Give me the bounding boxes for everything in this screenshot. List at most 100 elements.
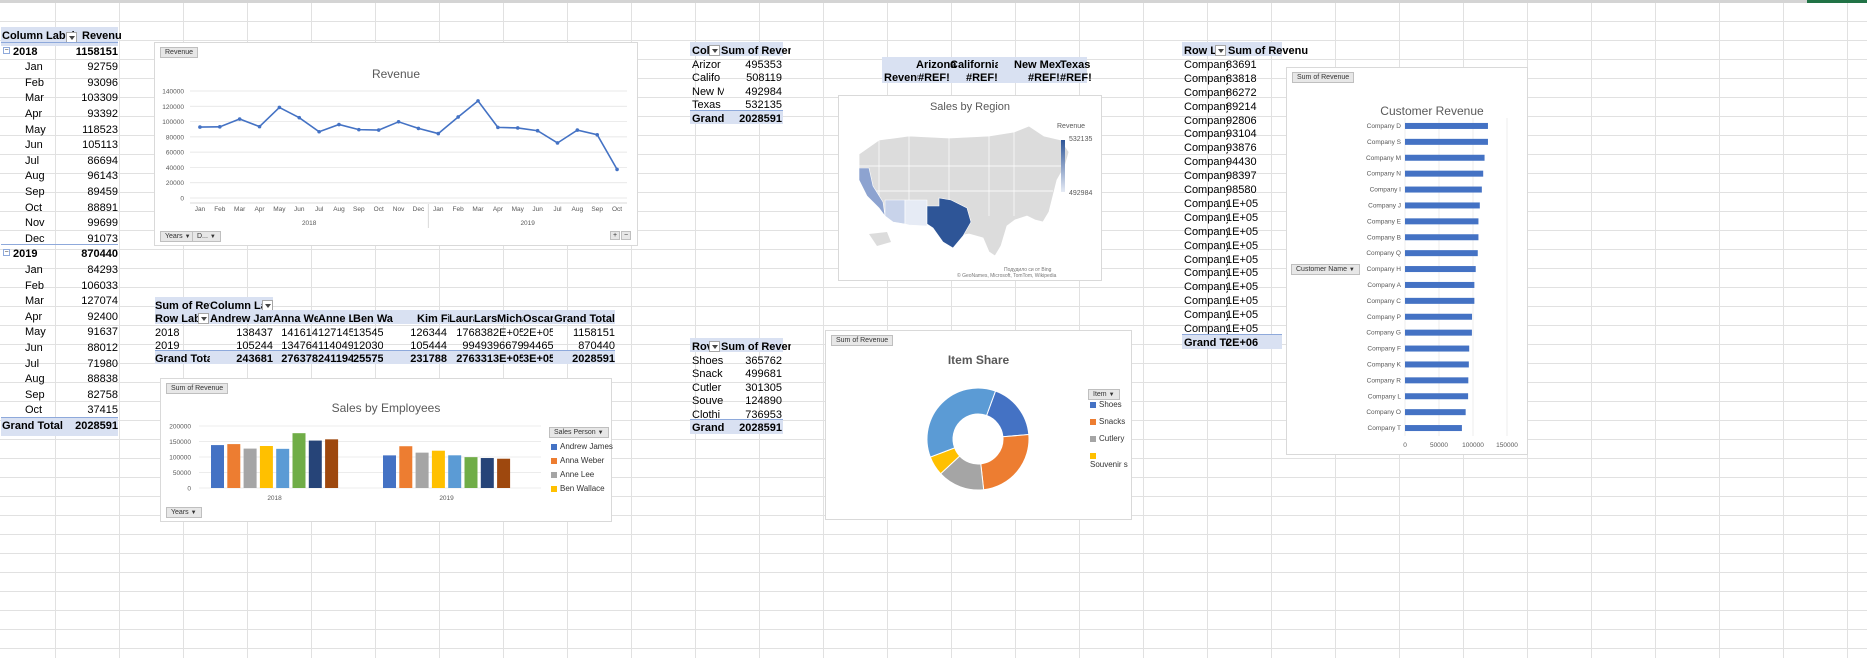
grand-total-value[interactable]: 276331 — [449, 350, 493, 369]
years-filter-button[interactable]: Years ▼ — [166, 507, 202, 518]
revenue-line-chart[interactable]: Revenue Revenue 0 20000 40000 60000 80000 100… — [154, 42, 638, 246]
expand-button[interactable]: + — [610, 231, 621, 240]
grand-total-value[interactable]: 3E+05 — [523, 350, 553, 369]
item-label: Item — [1093, 391, 1107, 398]
collapse-icon[interactable]: − — [3, 249, 10, 257]
bar-chart-plot: 0 50000 100000 150000 200000 2018 2019 — [169, 424, 541, 502]
bar-2019 — [431, 450, 445, 488]
data-point — [496, 125, 500, 130]
legend-min: 492984 — [1069, 190, 1093, 197]
x-tick-label: May — [273, 206, 286, 213]
y-category-label: Company I — [1370, 187, 1402, 194]
legend-label: Souvenir s — [1090, 460, 1128, 469]
grand-total-value[interactable]: 255757 — [353, 350, 383, 369]
grand-total-value[interactable]: 231788 — [383, 350, 447, 369]
bar-2018 — [308, 440, 322, 488]
grand-total-label[interactable]: Grand Total — [155, 350, 210, 369]
item-share-donut-chart[interactable]: Sum of Revenue Item Share Item ▼ Shoes Sn… — [825, 330, 1132, 520]
y-category-label: Company M — [1366, 155, 1401, 162]
map-credit-2: © GeoNames, Microsoft, TomTom, Wikipedia — [957, 273, 1057, 279]
y-tick-label: 100000 — [169, 455, 191, 462]
x-category-label: 2019 — [439, 495, 454, 502]
item-filter-button[interactable]: Item ▼ — [1088, 389, 1120, 400]
grand-total-separator — [1, 417, 118, 418]
data-point — [555, 141, 560, 145]
bar-2019 — [480, 458, 494, 488]
x-tick-label: Nov — [393, 206, 405, 213]
sales-person-filter-button[interactable]: Sales Person ▼ — [549, 427, 609, 438]
grand-total-label[interactable]: Grand — [692, 110, 724, 129]
data-point — [595, 132, 600, 137]
grand-total-value[interactable]: 3E+05 — [493, 350, 523, 369]
filter-dropdown-icon[interactable] — [709, 341, 720, 352]
grand-total-label[interactable]: Grand Tot — [1184, 334, 1228, 353]
customer-bar — [1405, 393, 1469, 400]
bar-2019 — [464, 457, 478, 488]
legend-label: Anna Weber — [560, 456, 605, 465]
y-category-label: Company H — [1367, 266, 1402, 273]
customer-bar — [1405, 361, 1469, 368]
ref-error-value[interactable]: #REF! — [918, 69, 950, 88]
customer-bar — [1405, 281, 1475, 288]
ref-error-value[interactable]: #REF! — [1060, 69, 1092, 88]
grand-total-value[interactable]: 2028591 — [553, 350, 615, 369]
sales-by-region-map-chart[interactable]: Sales by Region Revenue 532135 492984 По… — [838, 95, 1102, 281]
grand-total-value[interactable]: 2E+06 — [1226, 334, 1282, 353]
collapse-button[interactable]: − — [621, 231, 632, 240]
grand-total-value[interactable]: 243681 — [210, 350, 273, 369]
data-point — [198, 125, 202, 129]
legend-label: Anne Lee — [560, 470, 595, 479]
legend-entry: Shoes — [1090, 400, 1128, 409]
data-point — [515, 126, 520, 130]
grand-total-value[interactable]: 276378 — [273, 350, 318, 369]
date-label: D... — [197, 233, 208, 240]
grand-total-value[interactable]: 2028591 — [724, 419, 782, 438]
x-tick-label: Aug — [572, 206, 584, 213]
grand-total-value[interactable]: 2028591 — [724, 110, 782, 129]
horizontal-bar-plot: 0 50000 100000 150000 Company D Company S Comp… — [1366, 118, 1518, 449]
bar-2019 — [383, 455, 396, 488]
customer-revenue-bar-chart[interactable]: Sum of Revenue Customer Revenue 0 50000 10… — [1286, 67, 1528, 455]
x-tick-label: 50000 — [1430, 442, 1448, 449]
x-tick-label: Apr — [254, 206, 265, 213]
data-point — [615, 167, 619, 172]
sort-dropdown-icon[interactable] — [1215, 45, 1226, 56]
bar-2018 — [227, 444, 241, 488]
y-tick-label: 80000 — [166, 134, 184, 141]
legend-label: Shoes — [1099, 400, 1122, 409]
legend-label: Andrew James — [560, 442, 613, 451]
ref-error-value[interactable]: #REF! — [966, 69, 998, 88]
x-tick-label: Jan — [433, 206, 444, 213]
data-point — [456, 115, 460, 119]
date-filter-button[interactable]: D... ▼ — [192, 231, 221, 242]
y-category-label: Company Q — [1366, 250, 1401, 257]
y-category-label: Company C — [1367, 298, 1402, 305]
x-tick-label: 150000 — [1496, 442, 1518, 449]
data-point — [257, 124, 262, 129]
legend-entry: Cutlery — [1090, 434, 1128, 443]
grand-total-value[interactable]: 2028591 — [60, 417, 118, 436]
y-category-label: Company O — [1366, 409, 1401, 416]
customer-bar — [1405, 250, 1478, 257]
row-label[interactable]: Revenu — [884, 69, 918, 88]
sales-by-employees-chart[interactable]: Sum of Revenue Sales by Employees 0 50000… — [160, 378, 613, 522]
y-category-label: Company T — [1368, 425, 1402, 432]
ref-error-value[interactable]: #REF! — [1028, 69, 1060, 88]
customer-bar — [1405, 170, 1484, 177]
y-category-label: Company E — [1367, 218, 1402, 225]
y-category-label: Company F — [1367, 346, 1401, 353]
grand-total-label[interactable]: Grand — [692, 419, 724, 438]
donut-plot — [926, 387, 1030, 491]
customer-bar — [1405, 297, 1475, 304]
years-filter-button[interactable]: Years ▼ — [160, 231, 196, 242]
legend-label: Snacks — [1099, 417, 1126, 426]
data-point — [357, 127, 361, 132]
filter-dropdown-icon[interactable] — [709, 45, 720, 56]
x-tick-label: Sep — [591, 206, 603, 213]
data-point — [277, 105, 282, 110]
customer-bar — [1405, 329, 1472, 336]
grand-total-value[interactable]: 241194 — [318, 350, 353, 369]
customer-name-filter-button[interactable]: Customer Name ▼ — [1291, 264, 1360, 275]
collapse-icon[interactable]: − — [3, 46, 10, 54]
customer-bar — [1405, 266, 1476, 273]
